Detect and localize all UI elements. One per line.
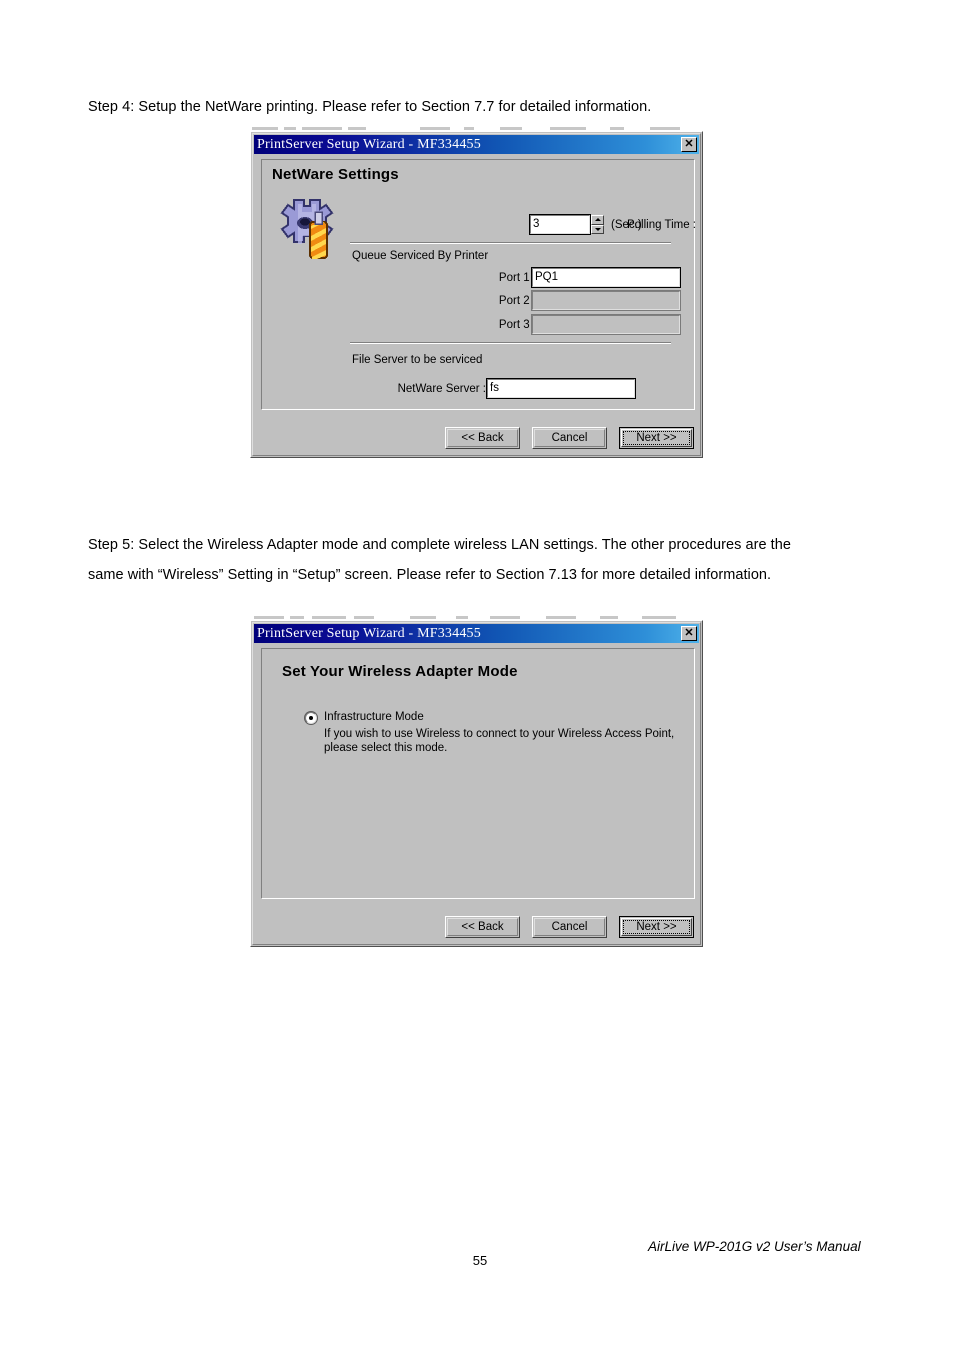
port2-input[interactable] xyxy=(531,290,681,311)
polling-time-unit: (Sec.) xyxy=(611,219,642,231)
titlebar-wireless[interactable]: PrintServer Setup Wizard - MF334455 ✕ xyxy=(254,624,699,643)
netware-heading: NetWare Settings xyxy=(272,166,399,183)
stepper-down-button[interactable] xyxy=(591,224,604,234)
cancel-button-label: Cancel xyxy=(551,432,588,444)
queue-section-label: Queue Serviced By Printer xyxy=(352,250,489,262)
infrastructure-mode-desc-line1: If you wish to use Wireless to connect t… xyxy=(324,728,675,740)
infrastructure-mode-radio[interactable]: Infrastructure Mode xyxy=(305,711,645,727)
cancel-button[interactable]: Cancel xyxy=(532,427,607,449)
wireless-heading: Set Your Wireless Adapter Mode xyxy=(282,663,518,680)
titlebar-netware[interactable]: PrintServer Setup Wizard - MF334455 ✕ xyxy=(254,135,699,154)
port1-input[interactable]: PQ1 xyxy=(531,267,681,288)
polling-time-stepper[interactable] xyxy=(591,215,604,234)
polling-time-input[interactable]: 3 xyxy=(529,214,591,235)
infrastructure-mode-desc-line2: please select this mode. xyxy=(324,742,448,754)
port3-label: Port 3 : xyxy=(498,319,536,331)
printserver-wizard-wireless-dialog: PrintServer Setup Wizard - MF334455 ✕ Se… xyxy=(250,620,703,947)
step5-paragraph-line2: same with “Wireless” Setting in “Setup” … xyxy=(88,567,772,583)
infrastructure-mode-label: Infrastructure Mode xyxy=(324,711,424,723)
next-button[interactable]: Next >> xyxy=(619,916,694,938)
radio-selected-icon xyxy=(305,712,317,724)
fileserver-section-label: File Server to be serviced xyxy=(352,354,483,366)
port1-label: Port 1 : xyxy=(498,272,536,284)
chevron-up-icon xyxy=(594,218,601,222)
separator-fileserver xyxy=(350,342,671,344)
port3-input[interactable] xyxy=(531,314,681,335)
back-button[interactable]: << Back xyxy=(445,427,520,449)
stepper-up-button[interactable] xyxy=(591,215,604,225)
titlebar-title: PrintServer Setup Wizard - MF334455 xyxy=(257,136,481,152)
port2-label: Port 2 : xyxy=(498,295,536,307)
cancel-button[interactable]: Cancel xyxy=(532,916,607,938)
netware-server-label: NetWare Server : xyxy=(397,383,486,395)
printserver-wizard-netware-dialog: PrintServer Setup Wizard - MF334455 ✕ Ne… xyxy=(250,131,703,458)
step4-paragraph: Step 4: Setup the NetWare printing. Plea… xyxy=(88,99,652,115)
back-button-label: << Back xyxy=(461,921,504,933)
back-button[interactable]: << Back xyxy=(445,916,520,938)
netware-server-input[interactable]: fs xyxy=(486,378,636,399)
titlebar-title: PrintServer Setup Wizard - MF334455 xyxy=(257,625,481,641)
gear-tool-icon xyxy=(272,194,340,262)
next-button-label: Next >> xyxy=(636,432,677,444)
close-icon[interactable]: ✕ xyxy=(681,626,697,641)
close-icon[interactable]: ✕ xyxy=(681,137,697,152)
back-button-label: << Back xyxy=(461,432,504,444)
wireless-mode-panel xyxy=(261,648,695,899)
next-button[interactable]: Next >> xyxy=(619,427,694,449)
next-button-label: Next >> xyxy=(636,921,677,933)
separator-queue xyxy=(350,242,671,244)
step5-paragraph-line1: Step 5: Select the Wireless Adapter mode… xyxy=(88,537,791,553)
cancel-button-label: Cancel xyxy=(551,921,588,933)
page-number: 55 xyxy=(472,1253,488,1268)
polling-time-label: Polling Time : xyxy=(626,219,696,231)
manual-footer-text: AirLive WP-201G v2 User’s Manual xyxy=(648,1239,861,1254)
chevron-down-icon xyxy=(594,227,601,231)
